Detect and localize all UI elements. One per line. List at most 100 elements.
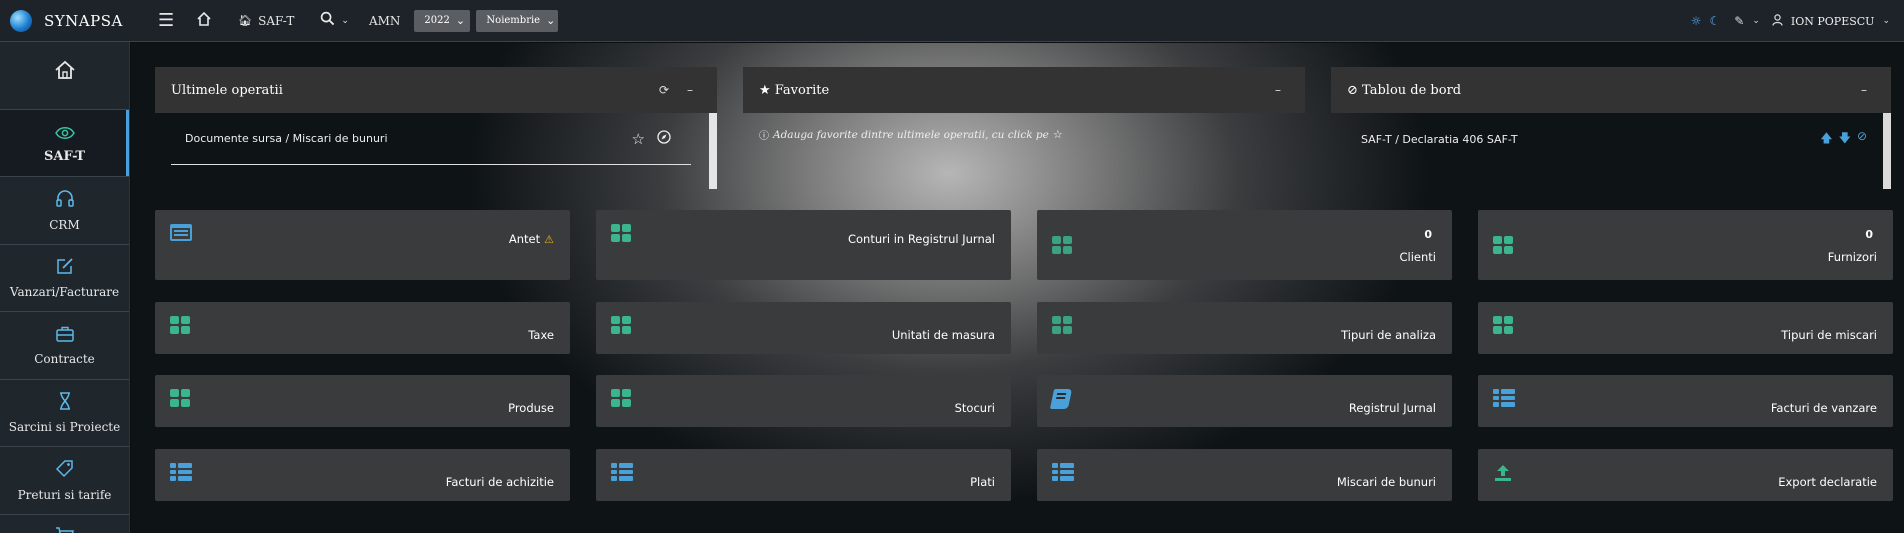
sidebar-item-vanzari-facturare[interactable]: Vanzari/Facturare <box>0 245 129 312</box>
favorites-panel-body: ⓘ Adauga favorite dintre ultimele operat… <box>743 113 1305 175</box>
card-clienti[interactable]: 0 Clienti <box>1037 210 1452 280</box>
company-code[interactable]: AMN <box>369 14 400 28</box>
user-chevron-down-icon[interactable]: ⌄ <box>1882 16 1890 26</box>
grid-icon <box>1493 236 1513 254</box>
sidebar: SAF-T CRM Vanzari/Facturare Contracte Sa… <box>0 42 130 533</box>
card-export-declaratie[interactable]: Export declaratie <box>1478 449 1893 501</box>
window-icon <box>170 224 192 241</box>
card-label: Produse <box>508 401 554 415</box>
card-furnizori[interactable]: 0 Furnizori <box>1478 210 1893 280</box>
favorites-actions: – <box>1275 83 1281 97</box>
card-antet[interactable]: Antet ⚠ <box>155 210 570 280</box>
book-icon <box>1049 389 1073 409</box>
sun-icon[interactable]: ☼ <box>1691 14 1702 28</box>
recent-scrollbar[interactable] <box>709 113 717 189</box>
sidebar-item-preturi-tarife[interactable]: Preturi si tarife <box>0 447 129 515</box>
card-facturi-vanzare[interactable]: Facturi de vanzare <box>1478 375 1893 427</box>
favorites-panel-header: ★ Favorite – <box>743 67 1305 113</box>
card-plati[interactable]: Plati <box>596 449 1011 501</box>
card-label: Conturi in Registrul Jurnal <box>847 232 995 246</box>
edit-chevron-down-icon[interactable]: ⌄ <box>1752 16 1760 26</box>
grid-icon <box>170 389 190 407</box>
star-icon: ★ <box>759 82 771 98</box>
sidebar-item-label: Preturi si tarife <box>17 487 112 502</box>
search-icon[interactable] <box>320 11 335 30</box>
sidebar-item-home[interactable] <box>0 42 129 110</box>
cart-icon <box>55 525 75 533</box>
card-stocuri[interactable]: Stocuri <box>596 375 1011 427</box>
list-item[interactable]: SAF-T / Declaratia 406 SAF-T 🡅 🡇 ⊘ <box>1347 113 1867 165</box>
main-content: Ultimele operatii ⟳ – Documente sursa / … <box>131 43 1904 533</box>
compass-icon[interactable] <box>657 129 671 148</box>
card-tipuri-miscari[interactable]: Tipuri de miscari <box>1478 302 1893 354</box>
list-icon <box>1052 463 1074 481</box>
card-label: Registrul Jurnal <box>1348 401 1436 415</box>
dashboard-title-wrap: ⊘ Tablou de bord <box>1347 83 1461 98</box>
minimize-icon[interactable]: – <box>1861 83 1867 97</box>
year-value: 2022 <box>424 15 450 26</box>
arrow-down-icon[interactable]: 🡇 <box>1839 129 1851 150</box>
ban-icon[interactable]: ⊘ <box>1857 129 1867 150</box>
dashboard-row-actions: 🡅 🡇 ⊘ <box>1820 129 1867 150</box>
card-label: Furnizori <box>1827 250 1877 264</box>
card-produse[interactable]: Produse <box>155 375 570 427</box>
card-conturi-registrul-jurnal[interactable]: Conturi in Registrul Jurnal <box>596 210 1011 280</box>
minimize-icon[interactable]: – <box>1275 83 1281 97</box>
home-icon[interactable] <box>196 11 212 31</box>
sidebar-item-contracte[interactable]: Contracte <box>0 312 129 380</box>
moon-icon[interactable]: ☾ <box>1710 14 1721 28</box>
module-link[interactable]: SAF-T <box>258 14 294 28</box>
dashboard-panel-body: SAF-T / Declaratia 406 SAF-T 🡅 🡇 ⊘ <box>1331 113 1891 189</box>
sidebar-item-label: Sarcini si Proiecte <box>8 420 121 435</box>
sidebar-item-saf-t[interactable]: SAF-T <box>0 109 129 177</box>
grid-icon <box>611 389 631 407</box>
arrow-up-icon[interactable]: 🡅 <box>1820 129 1832 150</box>
list-icon <box>611 463 633 481</box>
user-name[interactable]: ION POPESCU <box>1791 15 1875 28</box>
search-chevron-down-icon[interactable]: ⌄ <box>341 16 349 26</box>
brand[interactable]: SYNAPSA <box>0 9 130 32</box>
refresh-icon[interactable]: ⟳ <box>659 83 669 97</box>
module-home-icon: 🏠︎ <box>238 14 253 27</box>
grid-icon <box>611 316 631 334</box>
year-select[interactable]: 2022 ⌄ <box>414 9 471 32</box>
hourglass-icon <box>58 391 72 416</box>
sidebar-item-cart[interactable] <box>0 515 129 533</box>
card-registrul-jurnal[interactable]: Registrul Jurnal <box>1037 375 1452 427</box>
sidebar-item-crm[interactable]: CRM <box>0 177 129 245</box>
recent-operation-link[interactable]: Documente sursa / Miscari de bunuri <box>185 132 388 145</box>
card-count: 0 <box>1424 228 1432 241</box>
sidebar-item-sarcini-proiecte[interactable]: Sarcini si Proiecte <box>0 380 129 447</box>
recent-operations-actions: ⟳ – <box>659 83 693 97</box>
eye-icon <box>54 121 75 145</box>
list-icon <box>1493 389 1515 407</box>
minimize-icon[interactable]: – <box>687 83 693 97</box>
card-label: Plati <box>970 475 995 489</box>
grid-icon <box>1052 236 1072 254</box>
list-item[interactable]: Documente sursa / Miscari de bunuri ☆ <box>171 113 691 165</box>
dashboard-scrollbar[interactable] <box>1883 113 1891 189</box>
recent-operations-panel-header: Ultimele operatii ⟳ – <box>155 67 717 113</box>
card-unitati-masura[interactable]: Unitati de masura <box>596 302 1011 354</box>
dashboard-item-link[interactable]: SAF-T / Declaratia 406 SAF-T <box>1361 133 1518 146</box>
recent-operations-panel-body: Documente sursa / Miscari de bunuri ☆ <box>155 113 717 189</box>
grid-icon <box>611 224 631 242</box>
card-label: Export declaratie <box>1778 475 1877 489</box>
dashboard-panel-header: ⊘ Tablou de bord – <box>1331 67 1891 113</box>
edit-icon[interactable]: ✎ <box>1734 14 1744 28</box>
favorites-hint: ⓘ Adauga favorite dintre ultimele operat… <box>759 127 1063 142</box>
favorites-title: Favorite <box>774 82 830 98</box>
star-outline-icon[interactable]: ☆ <box>632 130 645 148</box>
month-select[interactable]: Noiembrie ⌄ <box>476 9 559 32</box>
card-label: Antet <box>508 232 541 246</box>
brand-name: SYNAPSA <box>44 11 123 30</box>
card-facturi-achizitie[interactable]: Facturi de achizitie <box>155 449 570 501</box>
hamburger-menu-icon[interactable]: ☰ <box>158 10 174 31</box>
dashboard-compass-icon: ⊘ <box>1347 82 1358 98</box>
card-taxe[interactable]: Taxe <box>155 302 570 354</box>
card-miscari-bunuri[interactable]: Miscari de bunuri <box>1037 449 1452 501</box>
dashboard-title: Tablou de bord <box>1362 82 1462 98</box>
card-tipuri-analiza[interactable]: Tipuri de analiza <box>1037 302 1452 354</box>
card-count: 0 <box>1865 228 1873 241</box>
recent-operations-title: Ultimele operatii <box>171 82 283 98</box>
